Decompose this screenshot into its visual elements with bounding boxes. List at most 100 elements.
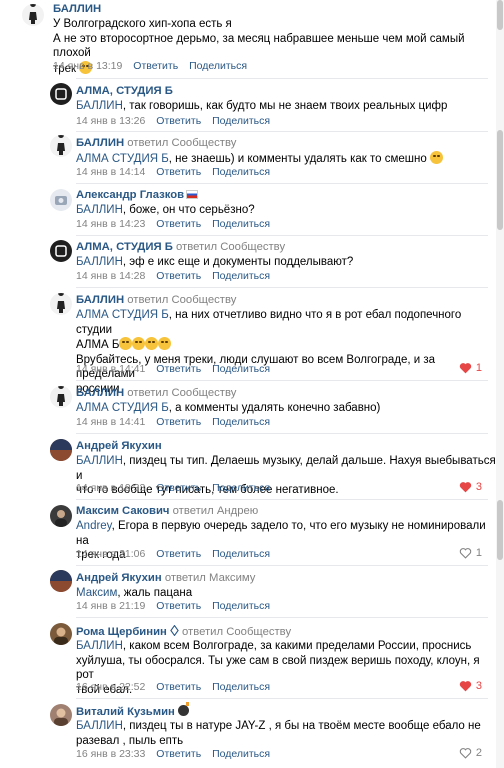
reply-link[interactable]: Ответить [156, 548, 201, 560]
author-name[interactable]: АЛМА, СТУДИЯ Б [76, 85, 173, 97]
divider [76, 287, 488, 288]
reply-link[interactable]: Ответить [156, 218, 201, 230]
share-link[interactable]: Поделиться [212, 363, 270, 375]
author-name[interactable]: Андрей Якухин [76, 572, 162, 584]
laugh-emoji-icon [132, 337, 146, 350]
replied-label: ответил [127, 137, 169, 149]
reply-link[interactable]: Ответить [156, 115, 201, 127]
avatar[interactable] [22, 4, 44, 26]
like-button[interactable]: 1 [459, 362, 482, 374]
like-count: 1 [475, 362, 482, 374]
comment-date[interactable]: 14 янв в 19:33 [76, 482, 145, 494]
comment-date[interactable]: 16 янв в 22:52 [76, 681, 145, 693]
avatar[interactable] [50, 505, 72, 527]
replied-to[interactable]: Максиму [209, 572, 255, 584]
author-name[interactable]: БАЛЛИН [76, 294, 124, 306]
divider [76, 617, 488, 618]
reply-link[interactable]: Ответить [133, 60, 178, 72]
avatar[interactable] [50, 439, 72, 461]
author-name[interactable]: Виталий Кузьмин [76, 706, 175, 718]
mention-link[interactable]: БАЛЛИН [76, 256, 123, 268]
divider [76, 698, 488, 699]
mention-link[interactable]: АЛМА СТУДИЯ Б [76, 153, 169, 165]
share-link[interactable]: Поделиться [212, 270, 270, 282]
avatar[interactable] [50, 135, 72, 157]
share-link[interactable]: Поделиться [212, 600, 270, 612]
avatar[interactable] [50, 623, 72, 645]
avatar[interactable] [50, 293, 72, 315]
comment-date[interactable]: 14 янв в 14:41 [76, 416, 145, 428]
avatar[interactable] [50, 83, 72, 105]
reply-link[interactable]: Ответить [156, 416, 201, 428]
author-name[interactable]: Рома Щербинин [76, 626, 167, 638]
avatar[interactable] [50, 189, 72, 211]
comment-text-line: У Волгоградского хип-хопа есть я [53, 18, 232, 30]
avatar[interactable] [50, 704, 72, 726]
scrollbar[interactable] [496, 0, 504, 768]
comment-date[interactable]: 14 янв в 14:23 [76, 218, 145, 230]
author-name[interactable]: БАЛЛИН [53, 3, 101, 15]
like-button[interactable]: 3 [459, 680, 482, 692]
mention-link[interactable]: БАЛЛИН [76, 100, 123, 112]
share-link[interactable]: Поделиться [212, 416, 270, 428]
avatar[interactable] [50, 570, 72, 592]
scrollbar-thumb[interactable] [497, 0, 503, 30]
author-name[interactable]: Максим Сакович [76, 505, 170, 517]
reply-link[interactable]: Ответить [156, 166, 201, 178]
reply-link[interactable]: Ответить [156, 482, 201, 494]
comment-date[interactable]: 14 янв в 14:28 [76, 270, 145, 282]
scrollbar-thumb[interactable] [497, 500, 503, 560]
comment-date[interactable]: 14 янв в 13:19 [53, 60, 122, 72]
share-link[interactable]: Поделиться [212, 218, 270, 230]
mention-link[interactable]: БАЛЛИН [76, 720, 123, 732]
share-link[interactable]: Поделиться [212, 748, 270, 760]
reply-link[interactable]: Ответить [156, 363, 201, 375]
author-name[interactable]: БАЛЛИН [76, 387, 124, 399]
replied-to[interactable]: Сообществу [171, 387, 236, 399]
replied-to[interactable]: Андрею [217, 505, 258, 517]
comment-date[interactable]: 14 янв в 13:26 [76, 115, 145, 127]
replied-label: ответил [182, 626, 224, 638]
mention-link[interactable]: Максим [76, 587, 117, 599]
reply-link[interactable]: Ответить [156, 681, 201, 693]
comment-date[interactable]: 14 янв в 14:41 [76, 363, 145, 375]
mention-link[interactable]: БАЛЛИН [76, 640, 123, 652]
like-button[interactable]: 3 [459, 481, 482, 493]
share-link[interactable]: Поделиться [212, 681, 270, 693]
comment-date[interactable]: 14 янв в 14:14 [76, 166, 145, 178]
avatar[interactable] [50, 386, 72, 408]
share-link[interactable]: Поделиться [189, 60, 247, 72]
reply-link[interactable]: Ответить [156, 748, 201, 760]
author-name[interactable]: Андрей Якухин [76, 440, 162, 452]
author-name[interactable]: БАЛЛИН [76, 137, 124, 149]
avatar[interactable] [50, 240, 72, 262]
replied-to[interactable]: Сообществу [171, 137, 236, 149]
like-count: 3 [475, 481, 482, 493]
mention-link[interactable]: Andrey [76, 520, 112, 532]
share-link[interactable]: Поделиться [212, 166, 270, 178]
comment-date[interactable]: 14 янв в 21:19 [76, 600, 145, 612]
reply-link[interactable]: Ответить [156, 600, 201, 612]
replied-to[interactable]: Сообществу [226, 626, 291, 638]
mention-link[interactable]: АЛМА СТУДИЯ Б [76, 402, 169, 414]
mention-link[interactable]: БАЛЛИН [76, 204, 123, 216]
mention-link[interactable]: БАЛЛИН [76, 455, 123, 467]
reply-link[interactable]: Ответить [156, 270, 201, 282]
divider [76, 235, 488, 236]
share-link[interactable]: Поделиться [212, 482, 270, 494]
comment-date[interactable]: 14 янв в 21:06 [76, 548, 145, 560]
replied-to[interactable]: Сообществу [220, 241, 285, 253]
comment-date[interactable]: 16 янв в 23:33 [76, 748, 145, 760]
like-button[interactable]: 1 [459, 547, 482, 559]
comment-text: , так говоришь, как будто мы не знаем тв… [122, 100, 448, 112]
mention-link[interactable]: АЛМА СТУДИЯ Б [76, 309, 169, 321]
share-link[interactable]: Поделиться [212, 115, 270, 127]
like-button[interactable]: 2 [459, 747, 482, 759]
share-link[interactable]: Поделиться [212, 548, 270, 560]
author-name[interactable]: АЛМА, СТУДИЯ Б [76, 241, 173, 253]
author-name[interactable]: Александр Глазков [76, 189, 184, 201]
bomb-emoji-icon [177, 702, 189, 716]
replied-to[interactable]: Сообществу [171, 294, 236, 306]
scrollbar-thumb[interactable] [497, 130, 503, 230]
smile-emoji-icon [429, 151, 443, 164]
